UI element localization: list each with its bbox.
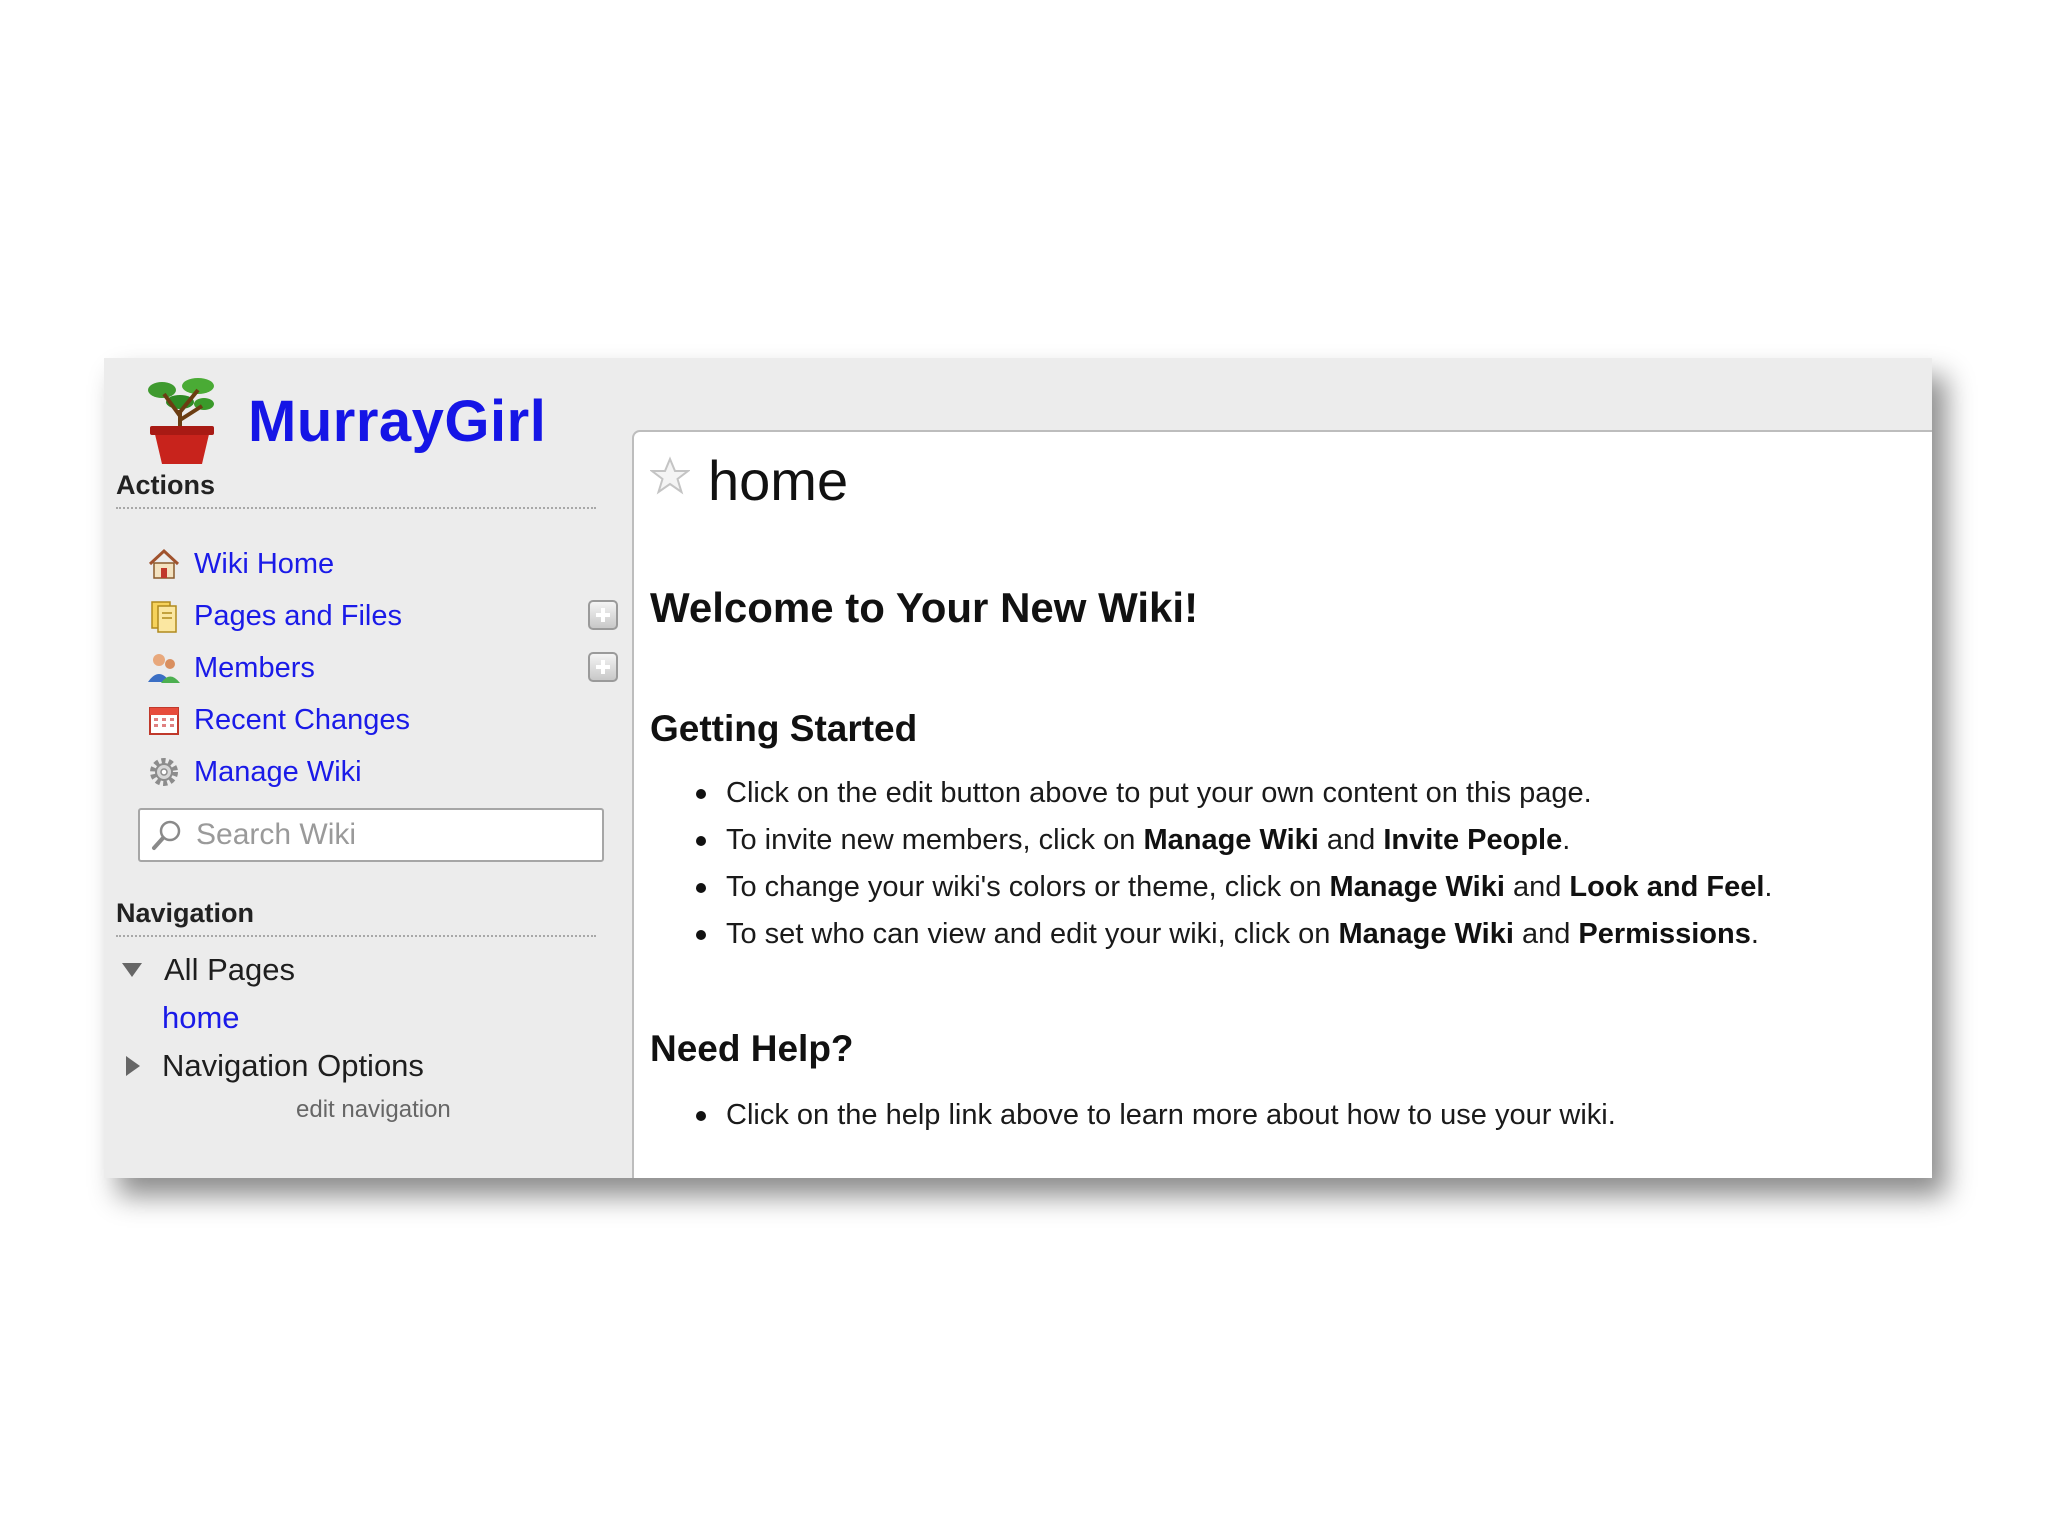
recent-changes-link[interactable]: Recent Changes xyxy=(194,704,410,737)
calendar-icon xyxy=(149,707,179,735)
bonsai-logo-icon xyxy=(148,378,214,464)
expand-down-icon xyxy=(122,963,142,977)
list-item: To change your wiki's colors or theme, c… xyxy=(690,864,1772,911)
pages-and-files-link[interactable]: Pages and Files xyxy=(194,600,402,633)
site-title[interactable]: MurrayGirl xyxy=(248,388,546,455)
page-title: home xyxy=(708,449,849,512)
manage-wiki-link[interactable]: Manage Wiki xyxy=(194,756,362,789)
list-item: To set who can view and edit your wiki, … xyxy=(690,911,1772,958)
list-item: To invite new members, click on Manage W… xyxy=(690,817,1772,864)
nav-home-link[interactable]: home xyxy=(162,1000,240,1036)
navigation-options-toggle[interactable]: Navigation Options xyxy=(122,1048,424,1084)
all-pages-label[interactable]: All Pages xyxy=(164,952,295,988)
list-item: Click on the help link above to learn mo… xyxy=(690,1092,1616,1139)
need-help-list: Click on the help link above to learn mo… xyxy=(690,1092,1616,1139)
getting-started-heading: Getting Started xyxy=(650,708,918,749)
navigation-heading: Navigation xyxy=(116,898,596,937)
house-icon xyxy=(148,548,180,579)
getting-started-list: Click on the edit button above to put yo… xyxy=(690,770,1772,958)
all-pages-toggle[interactable]: All Pages xyxy=(122,952,295,988)
star-icon[interactable] xyxy=(650,456,690,496)
pages-folder-icon xyxy=(151,601,177,633)
expand-right-icon xyxy=(126,1056,140,1076)
add-page-button[interactable] xyxy=(588,600,618,630)
welcome-heading: Welcome to Your New Wiki! xyxy=(650,584,1199,631)
need-help-heading: Need Help? xyxy=(650,1028,854,1069)
edit-navigation-link[interactable]: edit navigation xyxy=(296,1096,451,1124)
actions-heading: Actions xyxy=(116,470,596,509)
page-content: home Welcome to Your New Wiki! Getting S… xyxy=(632,430,1932,1178)
navigation-options-label[interactable]: Navigation Options xyxy=(162,1048,424,1084)
action-pages-and-files[interactable]: Pages and Files xyxy=(146,596,586,636)
sidebar: MurrayGirl Actions Wiki Home Pages and F… xyxy=(104,358,632,1178)
add-member-button[interactable] xyxy=(588,652,618,682)
action-wiki-home[interactable]: Wiki Home xyxy=(146,544,586,584)
search-icon xyxy=(152,820,181,850)
list-item: Click on the edit button above to put yo… xyxy=(690,770,1772,817)
search-box[interactable] xyxy=(138,808,604,862)
action-members[interactable]: Members xyxy=(146,648,586,688)
wiki-window: MurrayGirl Actions Wiki Home Pages and F… xyxy=(104,358,1932,1178)
search-input[interactable] xyxy=(196,818,596,852)
members-link[interactable]: Members xyxy=(194,652,315,685)
gear-icon xyxy=(150,758,178,786)
members-icon xyxy=(148,654,180,683)
action-recent-changes[interactable]: Recent Changes xyxy=(146,700,586,740)
wiki-home-link[interactable]: Wiki Home xyxy=(194,548,334,581)
action-manage-wiki[interactable]: Manage Wiki xyxy=(146,752,586,792)
